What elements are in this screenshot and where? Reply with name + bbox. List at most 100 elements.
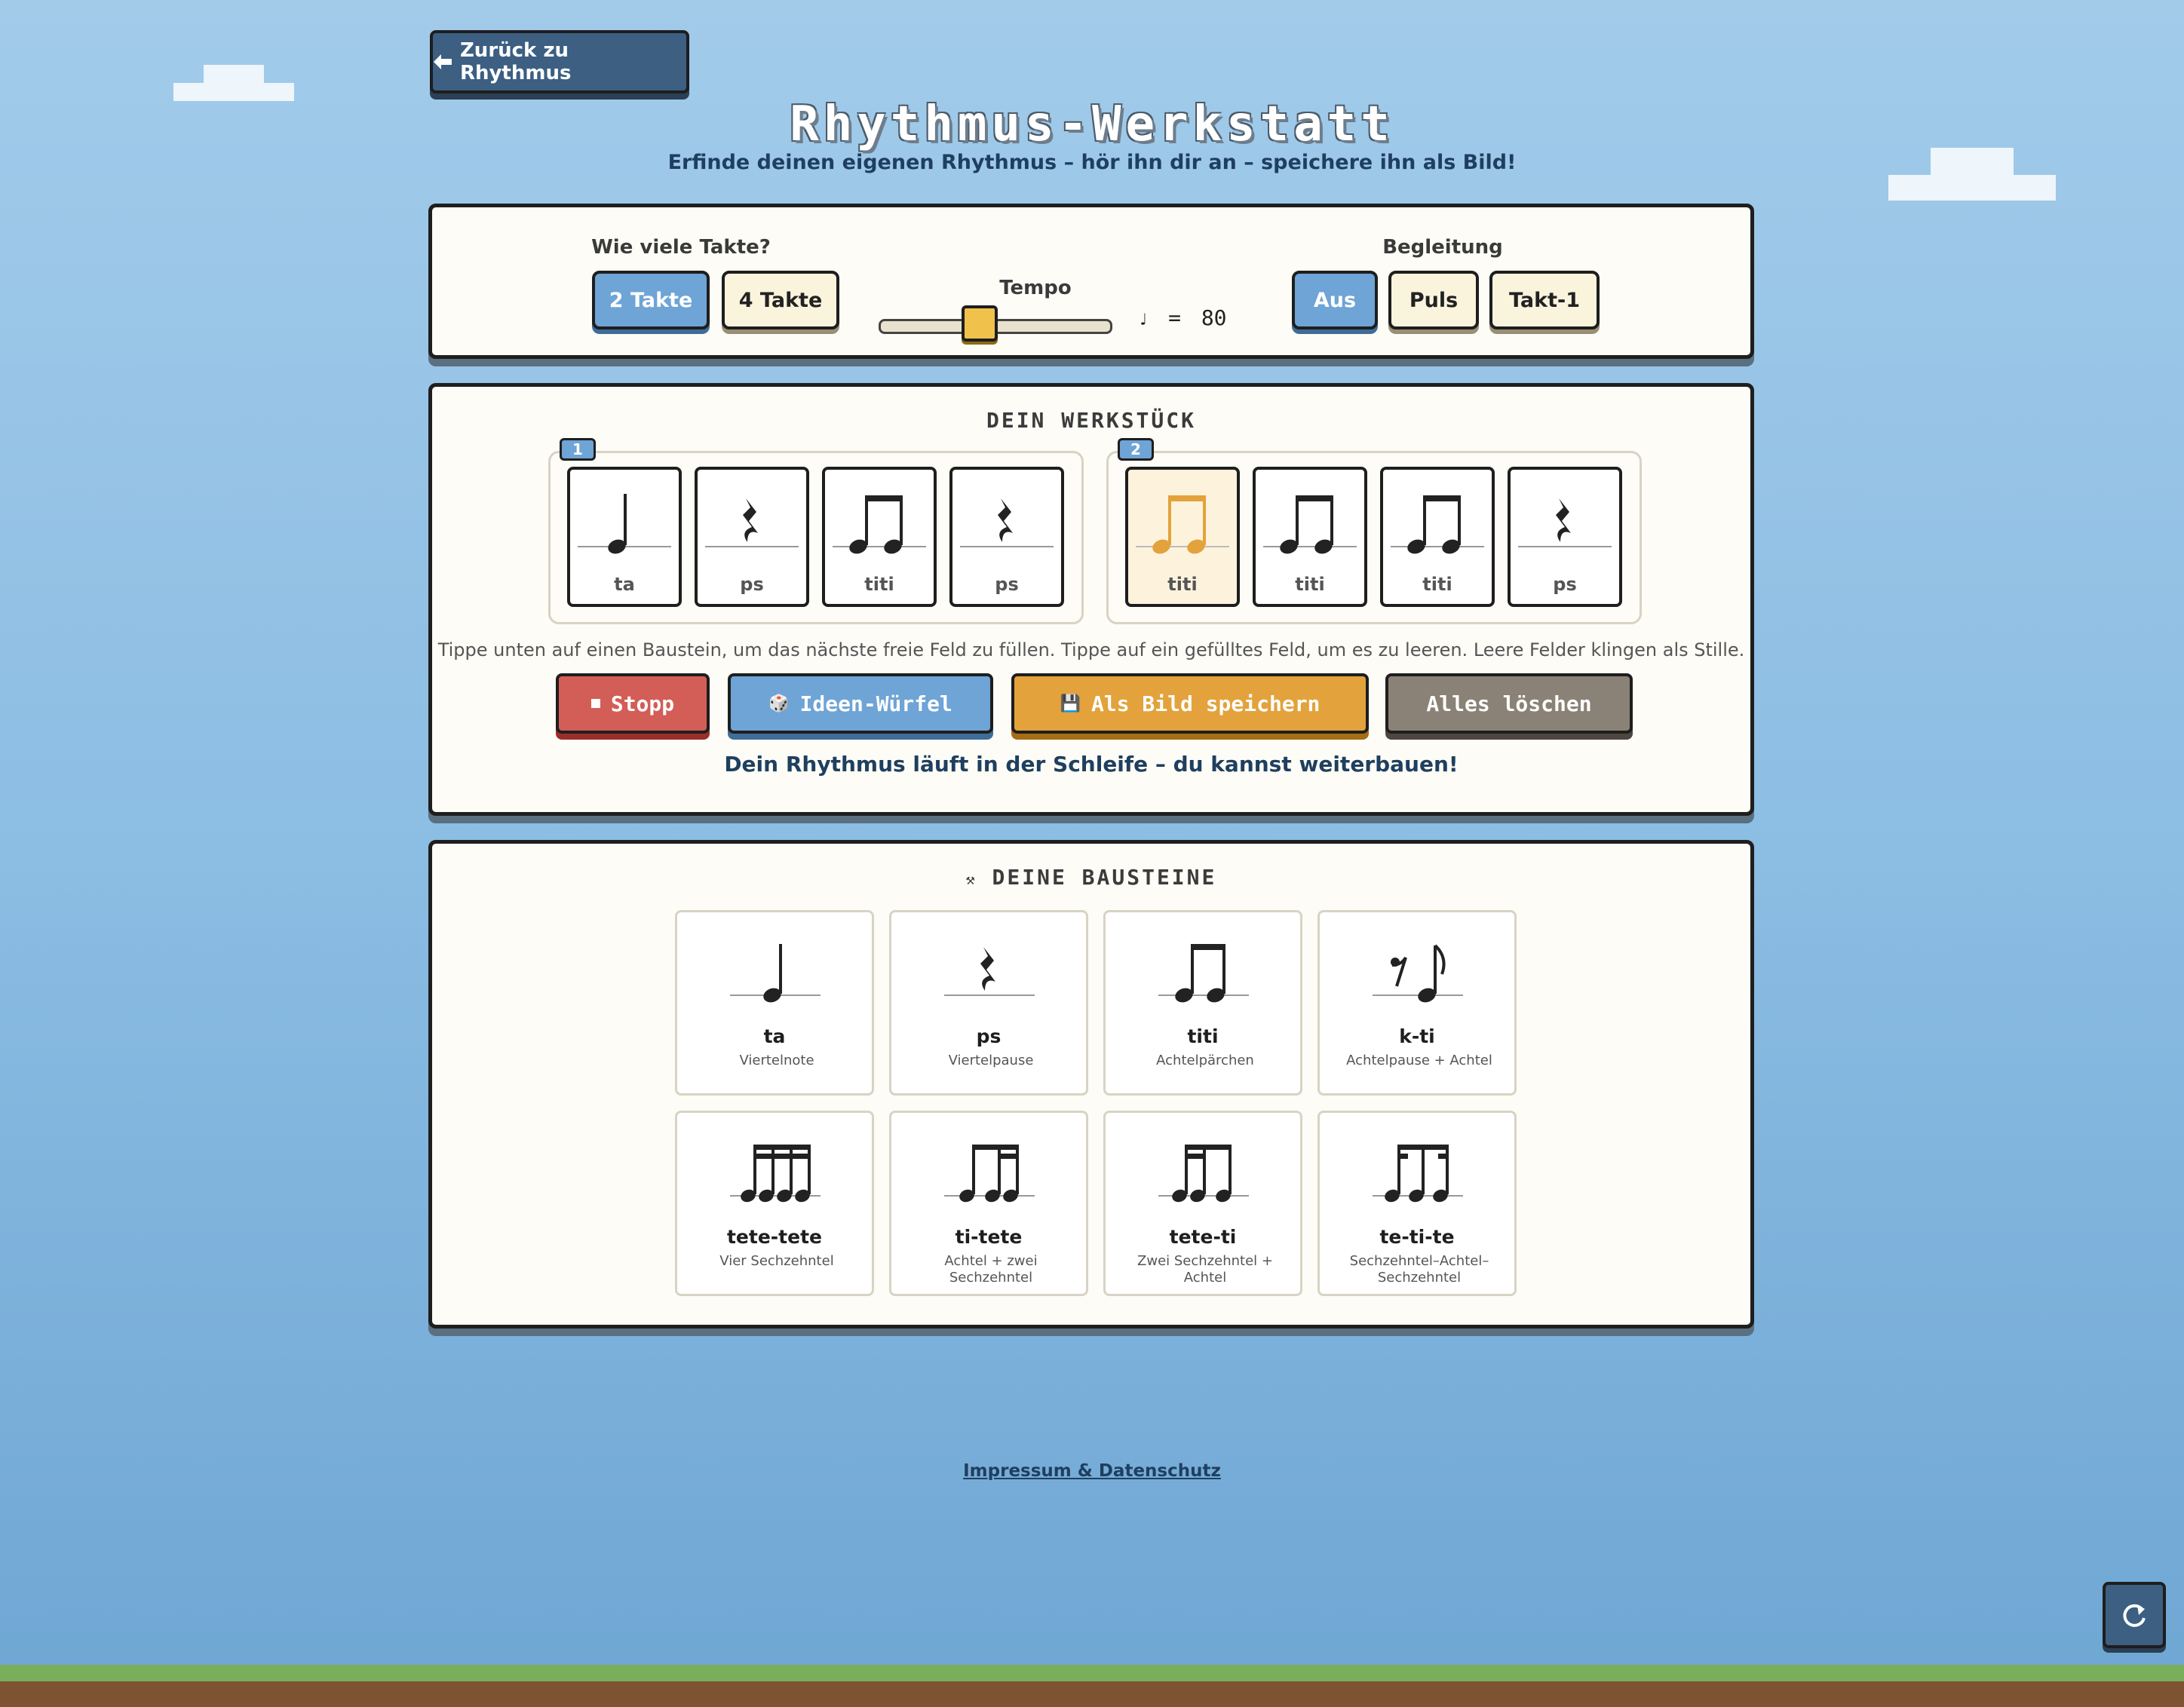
block-desc: Achtelpause + Achtel xyxy=(1346,1053,1492,1068)
block-desc: Achtelpärchen xyxy=(1156,1053,1254,1068)
reload-icon xyxy=(2123,1604,2146,1627)
measure-slot[interactable]: ps xyxy=(1508,467,1622,607)
syncopated-sixteenths-icon xyxy=(1373,1145,1463,1203)
save-image-button[interactable]: 💾 Als Bild speichern xyxy=(1011,673,1369,734)
quarter-rest-icon xyxy=(1518,498,1612,547)
measures-option-4[interactable]: 4 Takte xyxy=(722,271,839,329)
measure-slot[interactable]: ta xyxy=(567,467,682,607)
four-sixteenths-icon xyxy=(730,1145,821,1203)
tempo-slider-thumb[interactable] xyxy=(962,305,998,342)
quarter-rest-icon xyxy=(960,498,1054,547)
block-name: ti-tete xyxy=(955,1226,1023,1248)
slot-label: titi xyxy=(1167,574,1198,595)
tempo-value: 80 xyxy=(1201,305,1227,330)
block-desc: Viertelpause xyxy=(948,1053,1034,1068)
accompaniment-option-off[interactable]: Aus xyxy=(1292,271,1378,329)
quarter-note-icon: ♩ xyxy=(1138,311,1149,329)
page-subtitle: Erfinde deinen eigenen Rhythmus – hör ih… xyxy=(667,151,1517,174)
tempo-equals: = xyxy=(1168,305,1181,330)
workpiece-title: DEIN WERKSTÜCK xyxy=(986,408,1196,433)
dice-label: Ideen-Würfel xyxy=(799,691,952,716)
slot-label: ps xyxy=(995,574,1019,595)
measures-label: Wie viele Takte? xyxy=(591,236,771,259)
quarter-rest-icon xyxy=(944,947,1035,996)
clear-all-label: Alles löschen xyxy=(1426,691,1592,716)
block-ps[interactable]: ps Viertelpause xyxy=(889,910,1088,1096)
dice-button[interactable]: 🎲 Ideen-Würfel xyxy=(728,673,993,734)
back-button-label: Zurück zu Rhythmus xyxy=(459,39,572,84)
measure-slot-playing[interactable]: titi xyxy=(1125,467,1240,607)
loop-status: Dein Rhythmus läuft in der Schleife – du… xyxy=(724,752,1459,777)
eighth-pair-icon xyxy=(833,495,926,554)
workpiece-panel: DEIN WERKSTÜCK 1 ta ps titi ps 2 titi ti… xyxy=(428,383,1754,816)
workpiece-hint: Tippe unten auf einen Baustein, um das n… xyxy=(437,639,1745,660)
quarter-rest-icon xyxy=(705,498,799,547)
tempo-label: Tempo xyxy=(999,277,1072,299)
stop-label: Stopp xyxy=(610,691,675,716)
measure-slot[interactable]: titi xyxy=(822,467,937,607)
quarter-note-icon xyxy=(730,944,821,1003)
eighth-pair-icon xyxy=(1136,495,1229,554)
block-name: k-ti xyxy=(1399,1025,1435,1047)
eighth-rest-eighth-icon xyxy=(1373,944,1463,1003)
measure-number: 2 xyxy=(1118,438,1154,461)
settings-panel: Wie viele Takte? 2 Takte 4 Takte Tempo ♩… xyxy=(428,204,1754,359)
measure-number: 1 xyxy=(560,438,596,461)
eighth-pair-icon xyxy=(1263,495,1357,554)
blocks-title-text: DEINE BAUSTEINE xyxy=(992,865,1217,890)
two-sixteenths-eighth-icon xyxy=(1158,1145,1249,1203)
block-desc: Achtel + zwei Sechzehntel xyxy=(944,1253,1038,1286)
save-image-label: Als Bild speichern xyxy=(1090,691,1321,716)
block-tete-tete[interactable]: tete-tete Vier Sechzehntel xyxy=(675,1111,874,1296)
block-desc: Viertelnote xyxy=(739,1053,814,1068)
block-titi[interactable]: titi Achtelpärchen xyxy=(1103,910,1302,1096)
cloud xyxy=(204,65,264,84)
stop-icon xyxy=(590,699,600,708)
slot-label: ps xyxy=(740,574,764,595)
block-name: titi xyxy=(1187,1025,1219,1047)
block-te-ti-te[interactable]: te-ti-te Sechzehntel–Achtel–Sechzehntel xyxy=(1317,1111,1517,1296)
floppy-disk-icon: 💾 xyxy=(1060,694,1081,713)
eighth-pair-icon xyxy=(1158,944,1249,1003)
stop-button[interactable]: Stopp xyxy=(556,673,710,734)
block-tete-ti[interactable]: tete-ti Zwei Sechzehntel + Achtel xyxy=(1103,1111,1302,1296)
eighth-pair-icon xyxy=(1391,495,1484,554)
accompaniment-option-bar1[interactable]: Takt-1 xyxy=(1489,271,1600,329)
block-ta[interactable]: ta Viertelnote xyxy=(675,910,874,1096)
cloud xyxy=(1888,175,2056,201)
block-desc: Sechzehntel–Achtel–Sechzehntel xyxy=(1349,1253,1489,1286)
measure-slot[interactable]: titi xyxy=(1380,467,1495,607)
impressum-link[interactable]: Impressum & Datenschutz xyxy=(0,1461,2184,1481)
measures-option-2[interactable]: 2 Takte xyxy=(592,271,710,329)
accompaniment-option-pulse[interactable]: Puls xyxy=(1388,271,1479,329)
block-name: tete-tete xyxy=(726,1226,822,1248)
slot-label: titi xyxy=(864,574,894,595)
tools-icon: ⚒ xyxy=(965,870,977,888)
arrow-left-icon xyxy=(433,54,452,69)
measure-1: 1 ta ps titi ps xyxy=(548,438,1084,624)
page-title: Rhythmus-Werkstatt xyxy=(790,97,1394,152)
tempo-readout: ♩ = 80 xyxy=(1138,305,1227,330)
blocks-panel: ⚒ DEINE BAUSTEINE ta Viertelnote ps Vier… xyxy=(428,840,1754,1329)
block-name: tete-ti xyxy=(1169,1226,1237,1248)
slot-label: titi xyxy=(1295,574,1325,595)
quarter-note-icon xyxy=(578,494,671,554)
reload-button[interactable] xyxy=(2103,1582,2166,1648)
block-name: ps xyxy=(976,1025,1002,1047)
measure-slot[interactable]: titi xyxy=(1253,467,1367,607)
dice-icon: 🎲 xyxy=(768,694,790,713)
slot-label: titi xyxy=(1422,574,1452,595)
block-k-ti[interactable]: k-ti Achtelpause + Achtel xyxy=(1317,910,1517,1096)
measure-slot[interactable]: ps xyxy=(949,467,1064,607)
clear-all-button[interactable]: Alles löschen xyxy=(1385,673,1633,734)
accompaniment-label: Begleitung xyxy=(1382,236,1503,259)
measure-slot[interactable]: ps xyxy=(695,467,809,607)
slot-label: ps xyxy=(1553,574,1577,595)
block-ti-tete[interactable]: ti-tete Achtel + zwei Sechzehntel xyxy=(889,1111,1088,1296)
back-button[interactable]: Zurück zu Rhythmus xyxy=(430,30,689,93)
block-name: te-ti-te xyxy=(1379,1226,1455,1248)
blocks-title: ⚒ DEINE BAUSTEINE xyxy=(432,865,1750,890)
eighth-two-sixteenths-icon xyxy=(944,1145,1035,1203)
dirt-strip xyxy=(0,1681,2184,1707)
block-desc: Zwei Sechzehntel + Achtel xyxy=(1137,1253,1273,1286)
